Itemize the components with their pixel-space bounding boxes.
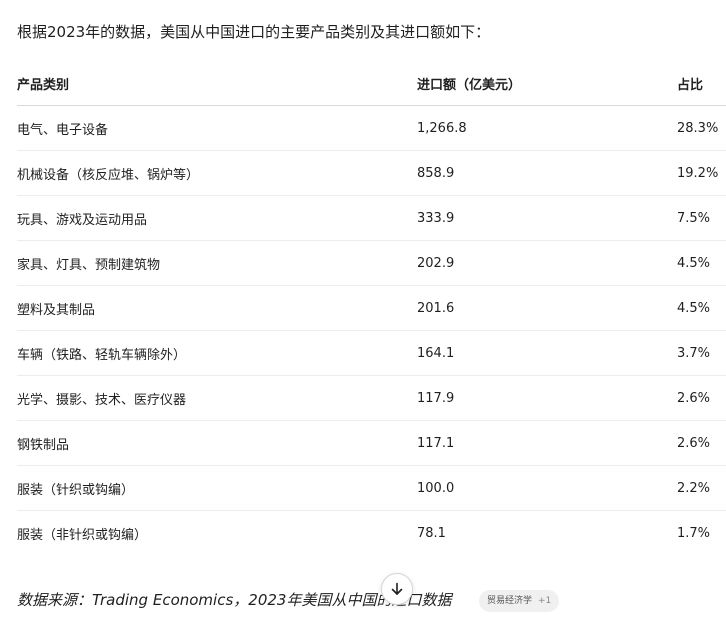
cell-share: 2.6%	[677, 375, 726, 421]
cell-category: 家具、灯具、预制建筑物	[17, 240, 417, 286]
cell-category: 服装（非针织或钩编）	[17, 527, 148, 543]
cell-share: 4.5%	[677, 240, 726, 286]
table-row: 电气、电子设备 1,266.8 28.3%	[17, 105, 726, 151]
source-chip-label: 贸易经济学	[487, 596, 533, 606]
cell-category: 玩具、游戏及运动用品	[17, 195, 417, 241]
intro-text: 根据2023年的数据，美国从中国进口的主要产品类别及其进口额如下：	[17, 23, 491, 41]
cell-share: 2.2%	[677, 465, 726, 511]
table-row: 塑料及其制品 201.6 4.5%	[17, 285, 726, 331]
table-row: 家具、灯具、预制建筑物 202.9 4.5%	[17, 240, 726, 286]
header-import-value: 进口额（亿美元）	[417, 61, 677, 106]
cell-import-value: 202.9	[417, 240, 677, 286]
cell-import-value: 858.9	[417, 150, 677, 196]
cell-category: 钢铁制品	[17, 420, 417, 466]
table-row: 服装（针织或钩编） 100.0 2.2%	[17, 465, 726, 511]
cell-category: 电气、电子设备	[17, 105, 417, 151]
header-category: 产品类别	[17, 61, 417, 106]
source-chip[interactable]: 贸易经济学 +1	[479, 590, 560, 612]
cell-category: 机械设备（核反应堆、锅炉等）	[17, 150, 417, 196]
cell-import-value: 164.1	[417, 330, 677, 376]
table-row: 机械设备（核反应堆、锅炉等） 858.9 19.2%	[17, 150, 726, 196]
cell-category: 服装（针织或钩编）	[17, 465, 417, 511]
cell-import-value: 1,266.8	[417, 105, 677, 151]
cell-share: 19.2%	[677, 150, 726, 196]
import-table: 产品类别 进口额（亿美元） 占比 电气、电子设备 1,266.8 28.3% 机…	[17, 61, 726, 555]
table-header-row: 产品类别 进口额（亿美元） 占比	[17, 61, 726, 106]
cell-share: 4.5%	[677, 285, 726, 331]
source-chip-more-count: +1	[538, 596, 552, 606]
cell-category: 光学、摄影、技术、医疗仪器	[17, 375, 417, 421]
cell-import-value: 117.1	[417, 420, 677, 466]
cell-share: 2.6%	[677, 420, 726, 466]
table-row: 服装（非针织或钩编） 78.1 1.7%	[17, 511, 726, 556]
scroll-to-bottom-button[interactable]	[381, 573, 413, 605]
cell-category: 车辆（铁路、轻轨车辆除外）	[17, 330, 417, 376]
cell-import-value: 333.9	[417, 195, 677, 241]
cell-share: 28.3%	[677, 105, 726, 151]
cell-import-value: 201.6	[417, 285, 677, 331]
cell-import-value: 78.1	[417, 525, 446, 541]
table-row: 光学、摄影、技术、医疗仪器 117.9 2.6%	[17, 375, 726, 421]
cell-import-value: 117.9	[417, 375, 677, 421]
table-row: 车辆（铁路、轻轨车辆除外） 164.1 3.7%	[17, 330, 726, 376]
header-share: 占比	[677, 61, 726, 106]
table-row: 钢铁制品 117.1 2.6%	[17, 420, 726, 466]
cell-import-value: 100.0	[417, 465, 677, 511]
cell-category: 塑料及其制品	[17, 285, 417, 331]
arrow-down-icon	[390, 582, 404, 596]
cell-share: 7.5%	[677, 195, 726, 241]
table-row: 玩具、游戏及运动用品 333.9 7.5%	[17, 195, 726, 241]
cell-share: 3.7%	[677, 330, 726, 376]
cell-share: 1.7%	[677, 525, 711, 541]
